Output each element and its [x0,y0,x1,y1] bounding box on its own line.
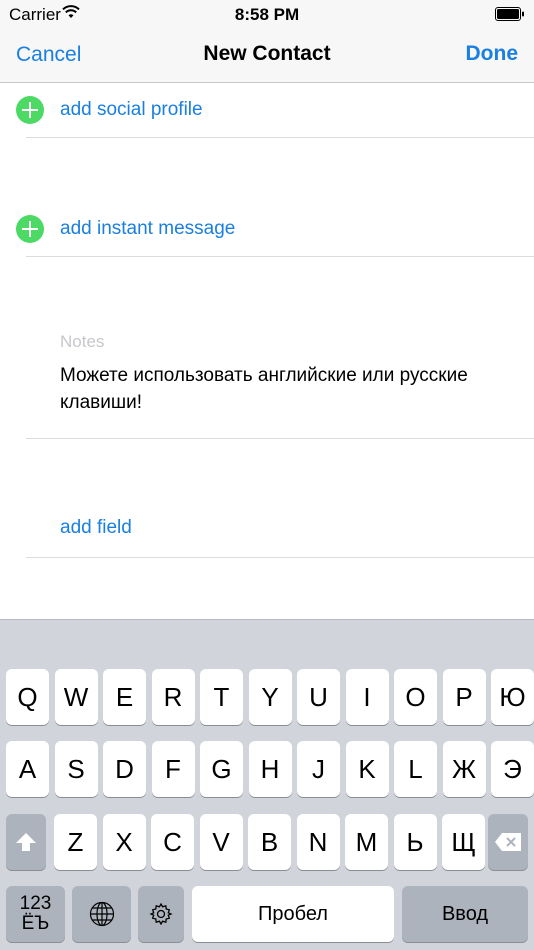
clock: 8:58 PM [234,5,300,24]
key-r[interactable]: R [151,669,195,725]
key-ю[interactable]: Ю [491,669,534,725]
key-l[interactable]: L [394,741,437,797]
globe-key[interactable] [72,886,131,942]
key-s[interactable]: S [54,741,98,797]
add-icon[interactable] [16,96,44,124]
return-key[interactable]: Ввод [402,886,528,942]
key-w[interactable]: W [54,669,98,725]
divider [26,438,534,439]
done-button[interactable]: Done [466,42,519,66]
key-x[interactable]: X [102,814,146,870]
key-b[interactable]: B [248,814,291,870]
key-d[interactable]: D [103,741,146,797]
key-z[interactable]: Z [54,814,97,870]
key-q[interactable]: Q [6,669,49,725]
divider [26,557,534,558]
navigation-bar: Cancel New Contact Done [0,30,534,83]
key-g[interactable]: G [200,741,243,797]
key-h[interactable]: H [248,741,292,797]
divider [26,137,534,138]
page-title: New Contact [203,42,331,65]
key-i[interactable]: I [345,669,389,725]
gear-icon [149,902,173,926]
status-bar: Carrier 8:58 PM [0,0,534,30]
add-instant-message-label[interactable]: add instant message [60,218,235,240]
battery-icon [495,7,524,21]
key-ь[interactable]: Ь [393,814,437,870]
key-y[interactable]: Y [248,669,292,725]
key-щ[interactable]: Щ [442,814,485,870]
key-v[interactable]: V [199,814,243,870]
delete-icon [495,833,521,851]
key-e[interactable]: E [103,669,146,725]
shift-icon [16,833,36,851]
add-social-profile-row[interactable]: add social profile [0,84,534,140]
add-icon[interactable] [16,215,44,243]
key-э[interactable]: Э [491,741,534,797]
space-key[interactable]: Пробел [192,886,394,942]
settings-key[interactable] [138,886,184,942]
notes-field[interactable]: Можете использовать английские или русск… [60,362,520,416]
key-j[interactable]: J [297,741,340,797]
numbers-key[interactable]: 123 ЁЪ [6,886,65,942]
globe-icon [89,901,114,927]
add-social-profile-label[interactable]: add social profile [60,99,203,121]
key-k[interactable]: K [345,741,389,797]
key-t[interactable]: T [200,669,243,725]
key-n[interactable]: N [296,814,340,870]
key-a[interactable]: A [6,741,49,797]
key-u[interactable]: U [297,669,340,725]
key-p[interactable]: P [442,669,486,725]
key-ж[interactable]: Ж [442,741,486,797]
divider [26,256,534,257]
key-f[interactable]: F [151,741,195,797]
key-c[interactable]: C [151,814,194,870]
delete-key[interactable] [488,814,528,870]
key-o[interactable]: O [394,669,437,725]
notes-label: Notes [60,332,105,351]
add-field-button[interactable]: add field [60,517,132,539]
key-m[interactable]: M [345,814,388,870]
add-instant-message-row[interactable]: add instant message [0,202,534,258]
keyboard: QWERTYUIOPЮ ASDFGHJKLЖЭ ZXCVBNMЬЩ 123 ЁЪ [0,619,534,950]
shift-key[interactable] [6,814,46,870]
